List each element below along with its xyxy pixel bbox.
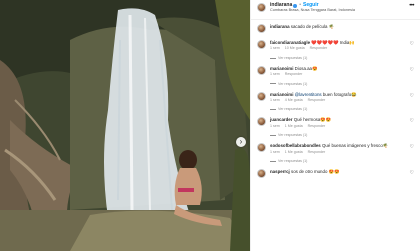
caption-username[interactable]: indiarana <box>270 24 290 29</box>
view-replies-label: Ver respuestas (1) <box>278 107 308 112</box>
comment-avatar[interactable] <box>257 65 266 75</box>
comment-text: ❤️❤️❤️❤️❤️ India🙌 <box>311 40 355 45</box>
comment-item: sodosofbellabrabondles Qué buenas imágen… <box>257 143 414 155</box>
view-replies-label: Ver respuestas (1) <box>278 81 308 86</box>
comment-text: sos de otro mundo 😍😍 <box>291 169 340 175</box>
reply-button[interactable]: Responder <box>285 72 303 76</box>
comment-username[interactable]: faicondiaranatiagle <box>270 40 310 45</box>
waterfall-image <box>0 0 250 251</box>
comment-avatar[interactable] <box>257 91 266 101</box>
comment-username[interactable]: juancarder <box>270 117 292 122</box>
comment-avatar[interactable] <box>257 143 266 153</box>
reply-button[interactable]: Responder <box>308 98 326 102</box>
view-replies-label: Ver respuestas (1) <box>278 133 308 138</box>
comments-panel: indiarana • Seguir Cumbaras Brasa, Nusa … <box>250 0 420 251</box>
comment-time: 1 sem <box>270 123 280 128</box>
view-replies-button[interactable]: Ver respuestas (1) <box>270 133 414 137</box>
like-heart-icon[interactable]: ♡ <box>410 67 414 73</box>
comment-username[interactable]: nasperrcj <box>270 169 290 174</box>
comment-item: faicondiaranatiagle ❤️❤️❤️❤️❤️ India🙌 1 … <box>257 40 414 52</box>
more-options-icon[interactable]: ••• <box>409 3 414 9</box>
view-replies-button[interactable]: Ver respuestas (1) <box>270 159 414 163</box>
comment-item: nasperrcj sos de otro mundo 😍😍 ♡ <box>257 169 414 179</box>
comment-item: marianoimi @lavrentitons buen fotografo😂… <box>257 91 414 104</box>
post-location[interactable]: Cumbaras Brasa, Nusa Tenggara Barat, Ind… <box>270 8 409 13</box>
post-modal: › indiarana • Seguir Cumbaras Brasa, Nus… <box>0 0 420 251</box>
caption-text: sacado de película 🌴 <box>290 24 335 29</box>
post-photo[interactable]: › <box>0 0 250 251</box>
like-heart-icon[interactable]: ♡ <box>410 42 414 47</box>
comment-time: 1 sem <box>270 149 280 154</box>
carousel-next-button[interactable]: › <box>236 137 246 147</box>
comment-username[interactable]: marianoimi <box>270 92 293 97</box>
caption-avatar[interactable] <box>257 24 266 33</box>
comment-text: Qué buenas imágenes y fresco🌴 <box>321 143 389 149</box>
comment-likes[interactable]: 4 Me gusta <box>285 98 303 102</box>
comments-list: indiarana sacado de película 🌴 faicondia… <box>251 20 420 179</box>
comment-text: Qué hermosa😍😍 <box>293 117 332 123</box>
comment-text: buen fotografo😂 <box>322 91 357 97</box>
view-replies-button[interactable]: Ver respuestas (1) <box>270 56 414 60</box>
comment-item: marianoimi Diosa.aa😍 1 sem Responder ♡ <box>257 65 414 78</box>
comment-likes[interactable]: 1 Me gusta <box>285 150 303 154</box>
comment-avatar[interactable] <box>257 117 266 127</box>
view-replies-label: Ver respuestas (1) <box>278 159 308 164</box>
comment-time: 1 sem <box>270 72 280 77</box>
verified-badge-icon <box>293 3 298 8</box>
caption: indiarana sacado de película 🌴 <box>257 24 414 33</box>
post-header: indiarana • Seguir Cumbaras Brasa, Nusa … <box>251 0 420 20</box>
view-replies-button[interactable]: Ver respuestas (1) <box>270 82 414 86</box>
view-replies-button[interactable]: Ver respuestas (1) <box>270 107 414 111</box>
comment-avatar[interactable] <box>257 40 266 49</box>
comment-item: juancarder Qué hermosa😍😍 1 sem 1 Me gust… <box>257 117 414 129</box>
reply-button[interactable]: Responder <box>308 124 326 128</box>
comment-time: 1 sem <box>270 98 280 103</box>
comment-time: 1 sem <box>270 46 280 51</box>
comment-avatar[interactable] <box>257 169 266 179</box>
comment-text: Diosa.aa😍 <box>294 65 318 71</box>
like-heart-icon[interactable]: ♡ <box>410 119 414 124</box>
reply-button[interactable]: Responder <box>308 150 326 154</box>
comment-username[interactable]: sodosofbellabrabondles <box>270 143 321 148</box>
view-replies-label: Ver respuestas (1) <box>278 55 308 60</box>
like-heart-icon[interactable]: ♡ <box>410 171 414 176</box>
comment-likes[interactable]: 10 Me gusta <box>285 46 305 50</box>
author-avatar[interactable] <box>257 3 266 12</box>
like-heart-icon[interactable]: ♡ <box>410 93 414 99</box>
comment-mention[interactable]: @lavrentitons <box>295 92 322 97</box>
reply-button[interactable]: Responder <box>310 46 328 50</box>
comment-likes[interactable]: 1 Me gusta <box>285 124 303 128</box>
comment-username[interactable]: marianoimi <box>270 66 293 71</box>
like-heart-icon[interactable]: ♡ <box>410 145 414 150</box>
